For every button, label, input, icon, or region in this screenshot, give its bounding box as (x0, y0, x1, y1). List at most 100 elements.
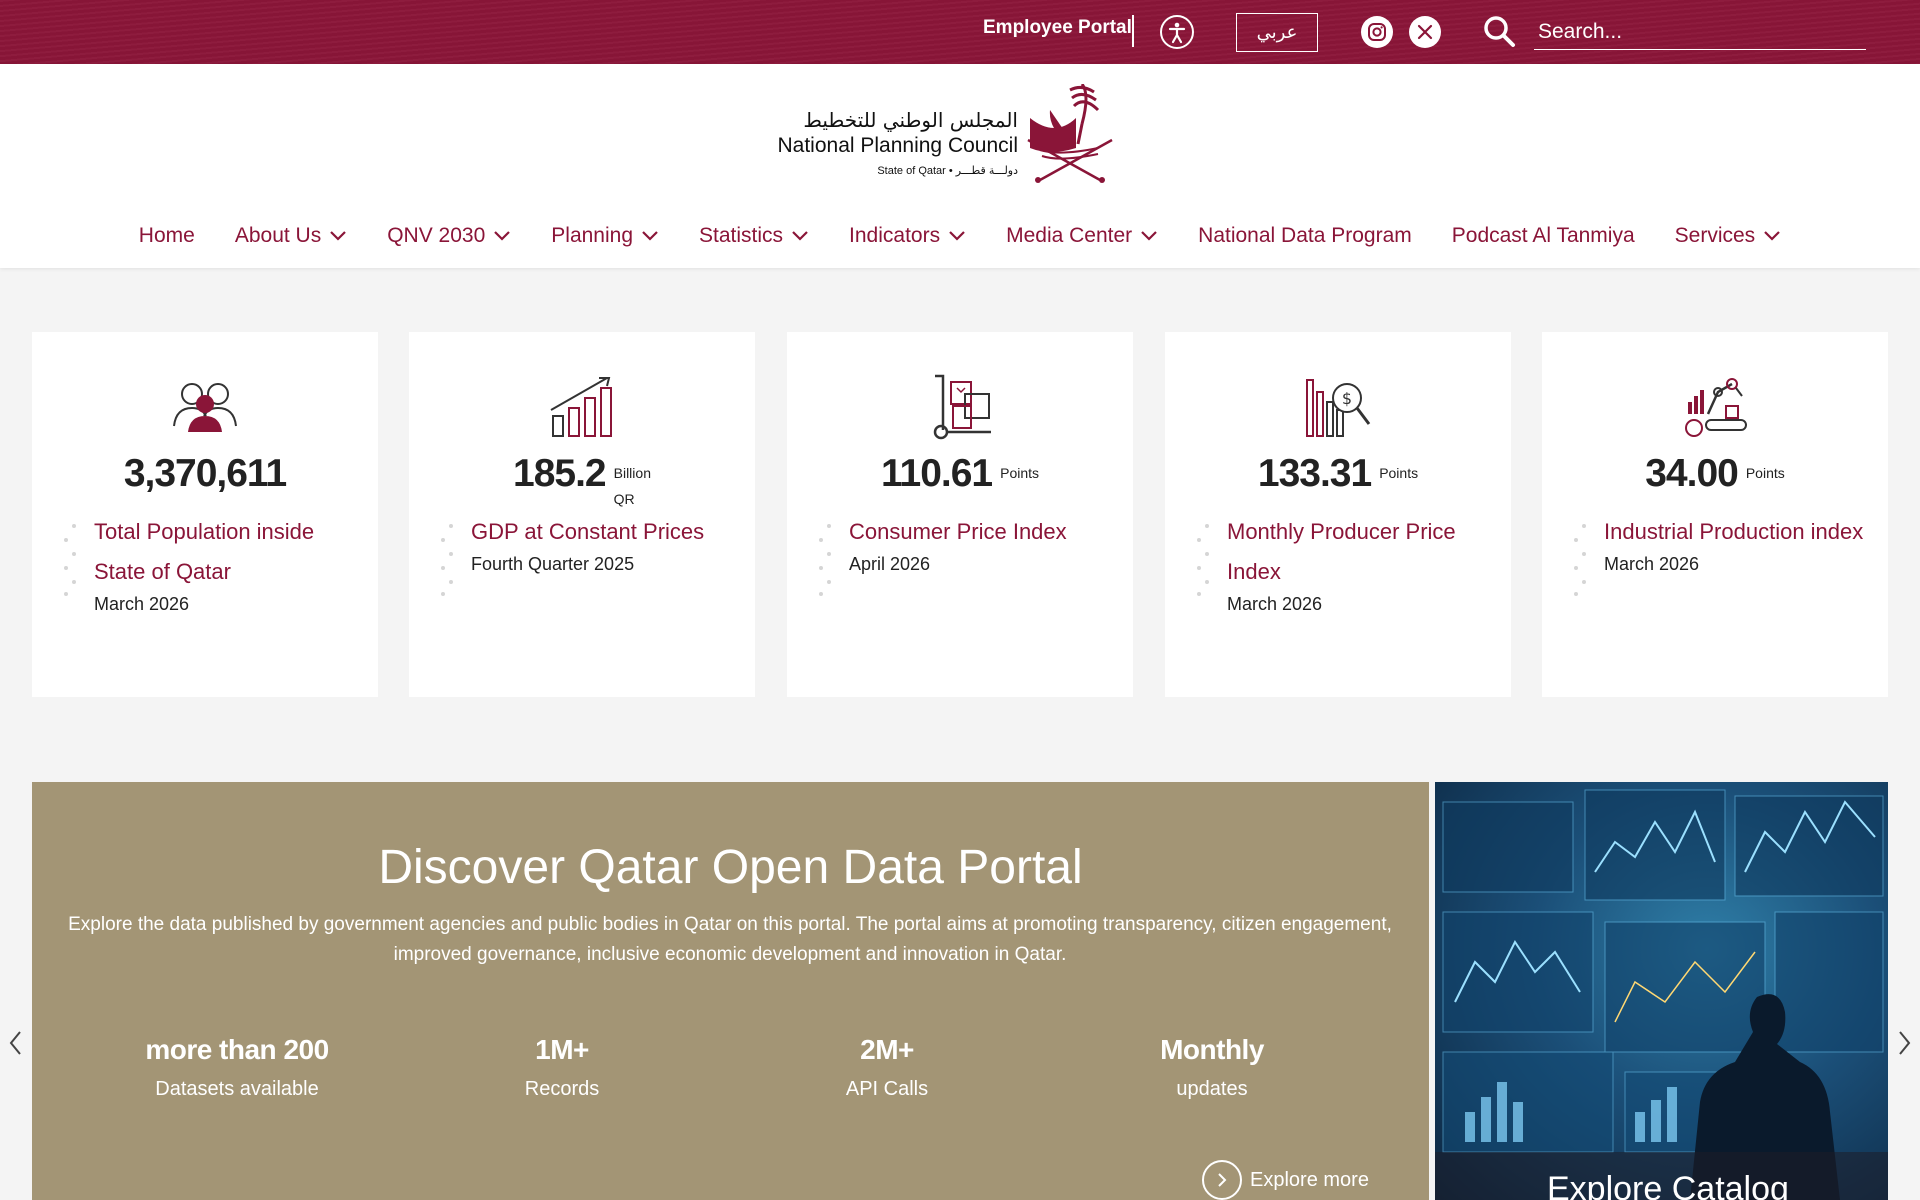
indicator-value-row: 110.61 Points (787, 452, 1133, 496)
indicator-value-row: 133.31 Points (1165, 452, 1511, 496)
top-bar: Employee Portal عربي (0, 0, 1920, 64)
qatar-emblem-icon (1027, 84, 1113, 183)
indicator-label[interactable]: GDP at Constant Prices (471, 512, 741, 552)
site-header: المجلس الوطني للتخطيط National Planning … (0, 64, 1920, 268)
chevron-down-icon (949, 231, 965, 241)
nav-item-label: QNV 2030 (387, 224, 486, 247)
indicator-value-row: 34.00 Points (1542, 452, 1888, 496)
indicator-value: 133.31 (1257, 452, 1372, 495)
nav-item-label: Home (138, 224, 195, 247)
indicator-period: March 2026 (1604, 554, 1700, 574)
catalog-caption: Explore Catalog (1435, 1152, 1888, 1200)
indicator-value: 34.00 (1645, 452, 1739, 495)
banner-stat: 1M+ Records (432, 1034, 692, 1101)
divider (1132, 15, 1134, 47)
carousel-next-icon[interactable] (1894, 1028, 1914, 1058)
banner-stat-label: Datasets available (155, 1078, 319, 1100)
nav-item-media-center[interactable]: Media Center (1006, 224, 1158, 248)
npc-logo[interactable]: المجلس الوطني للتخطيط National Planning … (778, 84, 1120, 184)
hand-truck-boxes-icon (925, 374, 995, 440)
chevron-down-icon (1764, 231, 1780, 241)
value-unit: Points (1745, 465, 1785, 481)
indicator-text: Industrial Production index March 2026 (1574, 512, 1874, 596)
data-analyst-image (1442, 789, 1884, 1200)
indicator-card[interactable]: 185.2 Billion QR GDP at Constant Prices Four… (409, 332, 755, 697)
nav-item-podcast-al-tanmiya[interactable]: Podcast Al Tanmiya (1452, 224, 1635, 248)
search-input[interactable] (1534, 12, 1866, 50)
instagram-icon[interactable] (1361, 16, 1393, 48)
banner-stat: more than 200 Datasets available (107, 1034, 367, 1101)
employee-portal-link[interactable]: Employee Portal (983, 17, 1132, 39)
decorative-dots (819, 524, 833, 596)
indicator-label[interactable]: Monthly Producer Price Index (1227, 512, 1497, 592)
nav-item-home[interactable]: Home (139, 224, 195, 248)
indicator-value: 3,370,611 (123, 452, 287, 495)
banner-stat-value: 1M+ (535, 1034, 589, 1065)
indicator-text: Total Population inside State of Qatar Ma… (64, 512, 364, 615)
nav-item-label: About Us (234, 224, 322, 247)
indicator-card[interactable]: 110.61 Points Consumer Price Index April 20… (787, 332, 1133, 697)
decorative-dots (1197, 524, 1211, 596)
decorative-dots (1574, 524, 1588, 596)
nav-item-indicators[interactable]: Indicators (849, 224, 966, 248)
nav-item-national-data-program[interactable]: National Data Program (1198, 224, 1412, 248)
indicator-text: GDP at Constant Prices Fourth Quarter 202… (441, 512, 741, 596)
nav-item-about-us[interactable]: About Us (235, 224, 347, 248)
banner-stat-value: 2M+ (860, 1034, 914, 1065)
indicator-card[interactable]: $133.31 Points Monthly Producer Price Inde… (1165, 332, 1511, 697)
banner-stat-label: updates (1176, 1078, 1248, 1100)
indicator-value-row: 3,370,611 (32, 452, 378, 496)
banner-stat: 2M+ API Calls (757, 1034, 1017, 1101)
chevron-down-icon (642, 231, 658, 241)
x-twitter-icon[interactable] (1409, 16, 1441, 48)
nav-item-planning[interactable]: Planning (551, 224, 659, 248)
banner-stat-value: more than 200 (145, 1034, 329, 1065)
indicator-label[interactable]: Industrial Production index (1604, 512, 1874, 552)
indicator-period: April 2026 (849, 554, 931, 574)
nav-item-qnv-2030[interactable]: QNV 2030 (387, 224, 511, 248)
banner-stat: Monthly updates (1082, 1034, 1342, 1101)
indicator-value-row: 185.2 Billion QR (409, 452, 755, 512)
chevron-down-icon (330, 231, 346, 241)
banner-description: Explore the data published by government… (68, 914, 1392, 965)
chevron-down-icon (1141, 231, 1157, 241)
logo-arabic-text: المجلس الوطني للتخطيط (803, 108, 1018, 132)
nav-item-label: Services (1674, 224, 1756, 247)
nav-item-label: Indicators (849, 224, 941, 247)
chevron-down-icon (494, 231, 511, 241)
indicator-period: March 2026 (1227, 594, 1323, 614)
logo-subtitle: State of Qatar • دولـــة قطـــر (877, 165, 1018, 177)
gdp-growth-chart-icon (547, 374, 617, 440)
value-unit: Points (1000, 465, 1040, 481)
nav-item-label: Planning (551, 224, 634, 247)
decorative-dots (64, 524, 78, 596)
accessibility-icon[interactable] (1160, 15, 1194, 49)
population-icon (170, 374, 240, 440)
indicator-text: Consumer Price Index April 2026 (819, 512, 1119, 596)
svg-text:$: $ (1342, 389, 1352, 408)
nav-item-services[interactable]: Services (1675, 224, 1782, 248)
carousel-prev-icon[interactable] (6, 1028, 26, 1058)
explore-more-link[interactable]: Explore more (1202, 1160, 1369, 1200)
nav-item-statistics[interactable]: Statistics (699, 224, 809, 248)
industrial-robot-arm-icon (1680, 374, 1750, 440)
search-icon[interactable] (1482, 14, 1516, 48)
chevron-down-icon (792, 231, 808, 241)
indicator-period: Fourth Quarter 2025 (471, 554, 635, 574)
banner-stat-label: API Calls (845, 1078, 929, 1100)
nav-item-label: Podcast Al Tanmiya (1451, 224, 1635, 247)
indicator-period: March 2026 (94, 594, 190, 614)
indicator-label[interactable]: Total Population inside State of Qatar (94, 512, 364, 592)
logo-english-text: National Planning Council (777, 134, 1019, 157)
nav-item-label: Statistics (699, 224, 784, 247)
explore-catalog-label: Explore Catalog (1547, 1170, 1789, 1200)
decorative-dots (441, 524, 455, 596)
banner-stat-value: Monthly (1160, 1034, 1264, 1065)
indicator-card[interactable]: 34.00 Points Industrial Production index Ma… (1542, 332, 1888, 697)
chevron-right-icon (1202, 1160, 1242, 1200)
price-analysis-icon: $ (1303, 374, 1373, 440)
indicator-card[interactable]: 3,370,611 Total Population inside State o… (32, 332, 378, 697)
explore-catalog-card[interactable]: Explore Catalog (1435, 782, 1888, 1200)
language-toggle-button[interactable]: عربي (1236, 13, 1318, 52)
indicator-label[interactable]: Consumer Price Index (849, 512, 1119, 552)
